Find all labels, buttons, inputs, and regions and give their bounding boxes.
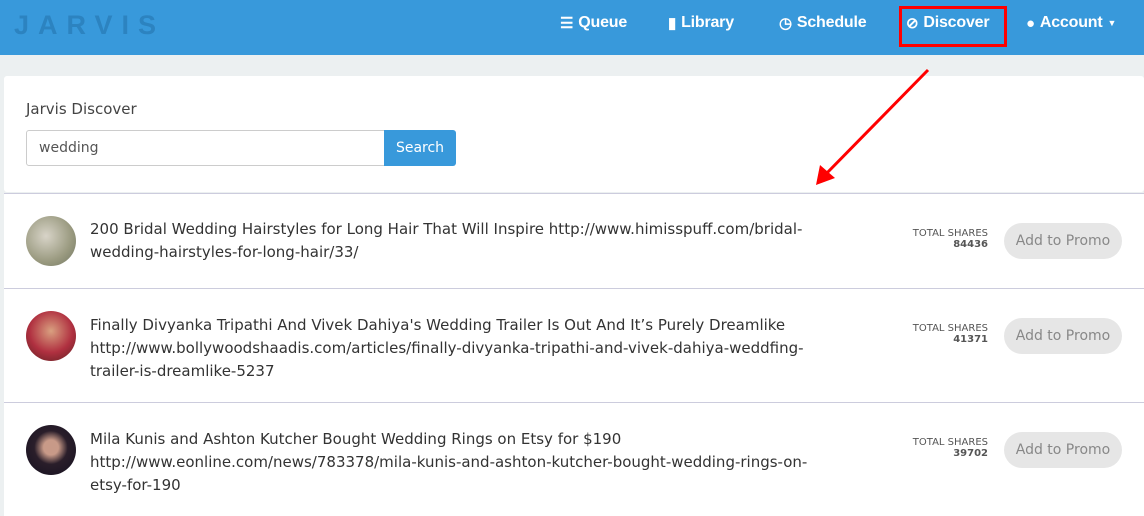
- annotation-arrow: [816, 68, 930, 185]
